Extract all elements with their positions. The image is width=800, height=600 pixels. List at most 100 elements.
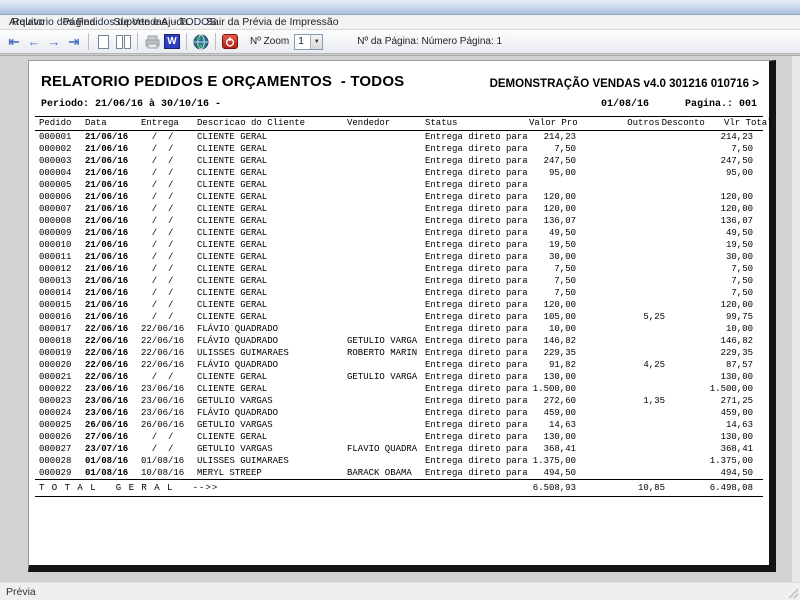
toolbar: ⇤ ← → ⇥ W <box>0 30 800 54</box>
next-page-button[interactable]: → <box>44 32 64 51</box>
cell-vendedor <box>347 419 425 431</box>
cell-status: Entrega direto para <box>425 143 529 155</box>
cell-pedido: 000007 <box>39 203 85 215</box>
cell-entrega: / / <box>141 179 197 191</box>
cell-total: 1.500,00 <box>665 383 753 395</box>
web-button[interactable] <box>191 32 211 51</box>
cell-data: 21/06/16 <box>85 191 141 203</box>
cell-status: Entrega direto para <box>425 179 529 191</box>
chevron-down-icon[interactable]: ▼ <box>310 35 322 49</box>
cell-valor: 19,50 <box>529 239 576 251</box>
report-title: RELATORIO PEDIDOS E ORÇAMENTOS - TODOS <box>41 73 404 90</box>
cell-desconto <box>621 299 665 311</box>
cell-total: 229,35 <box>665 347 753 359</box>
cell-desconto <box>621 275 665 287</box>
table-row: 00002223/06/1623/06/16CLIENTE GERALEntre… <box>33 383 765 395</box>
cell-desconto: 4,25 <box>621 359 665 371</box>
cell-desconto <box>621 383 665 395</box>
table-row: 00001221/06/16 / /CLIENTE GERALEntrega d… <box>33 263 765 275</box>
table-row: 00002627/06/16 / /CLIENTE GERALEntrega d… <box>33 431 765 443</box>
cell-data: 21/06/16 <box>85 143 141 155</box>
menu-item-pagina[interactable]: Página <box>54 15 105 29</box>
cell-valor: 368,41 <box>529 443 576 455</box>
cell-data: 23/07/16 <box>85 443 141 455</box>
table-row: 00001121/06/16 / /CLIENTE GERALEntrega d… <box>33 251 765 263</box>
cell-entrega: / / <box>141 143 197 155</box>
cell-status: Entrega direto para <box>425 227 529 239</box>
cell-outros <box>576 131 621 143</box>
cell-desconto <box>621 143 665 155</box>
total-desconto: 10,85 <box>621 480 665 496</box>
cell-valor: 7,50 <box>529 275 576 287</box>
cell-pedido: 000024 <box>39 407 85 419</box>
status-bar: Prévia <box>0 582 800 600</box>
cell-vendedor <box>347 287 425 299</box>
first-page-button[interactable]: ⇤ <box>4 32 24 51</box>
preview-area: RELATORIO PEDIDOS E ORÇAMENTOS - TODOS D… <box>0 55 800 582</box>
cell-vendedor <box>347 299 425 311</box>
table-row: 00001922/06/1622/06/16ULISSES GUIMARAESR… <box>33 347 765 359</box>
menu-item-arquivo[interactable]: Arquivo <box>0 15 54 29</box>
cell-total: 459,00 <box>665 407 753 419</box>
cell-pedido: 000003 <box>39 155 85 167</box>
resize-grip[interactable] <box>787 587 798 598</box>
cell-total: 7,50 <box>665 143 753 155</box>
cell-cliente: CLIENTE GERAL <box>197 131 347 143</box>
cell-status: Entrega direto para <box>425 407 529 419</box>
cell-outros <box>576 287 621 299</box>
cell-cliente: FLÁVIO QUADRADO <box>197 323 347 335</box>
zoom-combobox[interactable]: 1 ▼ <box>294 34 323 50</box>
cell-total: 136,07 <box>665 215 753 227</box>
cell-outros <box>576 239 621 251</box>
cell-data: 21/06/16 <box>85 239 141 251</box>
toolbar-separator <box>215 33 216 50</box>
menu-item-suporte-ajuda[interactable]: Suporte e Ajuda <box>104 15 197 29</box>
cell-desconto <box>621 431 665 443</box>
single-page-view-button[interactable] <box>93 32 113 51</box>
last-page-button[interactable]: ⇥ <box>64 32 84 51</box>
cell-outros <box>576 179 621 191</box>
cell-valor: 95,00 <box>529 167 576 179</box>
web-icon <box>193 34 209 50</box>
cell-pedido: 000019 <box>39 347 85 359</box>
cell-data: 22/06/16 <box>85 371 141 383</box>
cell-cliente: CLIENTE GERAL <box>197 215 347 227</box>
cell-outros <box>576 299 621 311</box>
cell-pedido: 000028 <box>39 455 85 467</box>
word-export-icon: W <box>164 34 180 49</box>
cell-status: Entrega direto para <box>425 263 529 275</box>
cell-status: Entrega direto para <box>425 299 529 311</box>
table-row: 00000721/06/16 / /CLIENTE GERALEntrega d… <box>33 203 765 215</box>
cell-total: 130,00 <box>665 431 753 443</box>
menu-item-sair-previa[interactable]: Sair da Prévia de Impressão <box>197 15 347 29</box>
cell-total: 7,50 <box>665 275 753 287</box>
cell-outros <box>576 383 621 395</box>
cell-data: 21/06/16 <box>85 311 141 323</box>
cell-desconto <box>621 263 665 275</box>
exit-preview-button[interactable] <box>220 32 240 51</box>
cell-status: Entrega direto para <box>425 383 529 395</box>
cell-entrega: / / <box>141 287 197 299</box>
table-row: 00002526/06/1626/06/16GETULIO VARGASEntr… <box>33 419 765 431</box>
cell-status: Entrega direto para <box>425 275 529 287</box>
cell-entrega: 26/06/16 <box>141 419 197 431</box>
cell-outros <box>576 347 621 359</box>
cell-desconto: 5,25 <box>621 311 665 323</box>
cell-vendedor <box>347 263 425 275</box>
prev-page-button[interactable]: ← <box>24 32 44 51</box>
cell-valor: 120,00 <box>529 191 576 203</box>
cell-entrega: / / <box>141 311 197 323</box>
print-button[interactable] <box>142 32 162 51</box>
cell-cliente: CLIENTE GERAL <box>197 167 347 179</box>
word-export-button[interactable]: W <box>162 32 182 51</box>
cell-outros <box>576 455 621 467</box>
cell-vendedor <box>347 167 425 179</box>
cell-status: Entrega direto para <box>425 467 529 479</box>
cell-data: 01/08/16 <box>85 455 141 467</box>
cell-desconto <box>621 227 665 239</box>
cell-desconto <box>621 251 665 263</box>
cell-cliente: CLIENTE GERAL <box>197 239 347 251</box>
two-page-view-button[interactable] <box>113 32 133 51</box>
cell-vendedor <box>347 215 425 227</box>
cell-status: Entrega direto para <box>425 167 529 179</box>
